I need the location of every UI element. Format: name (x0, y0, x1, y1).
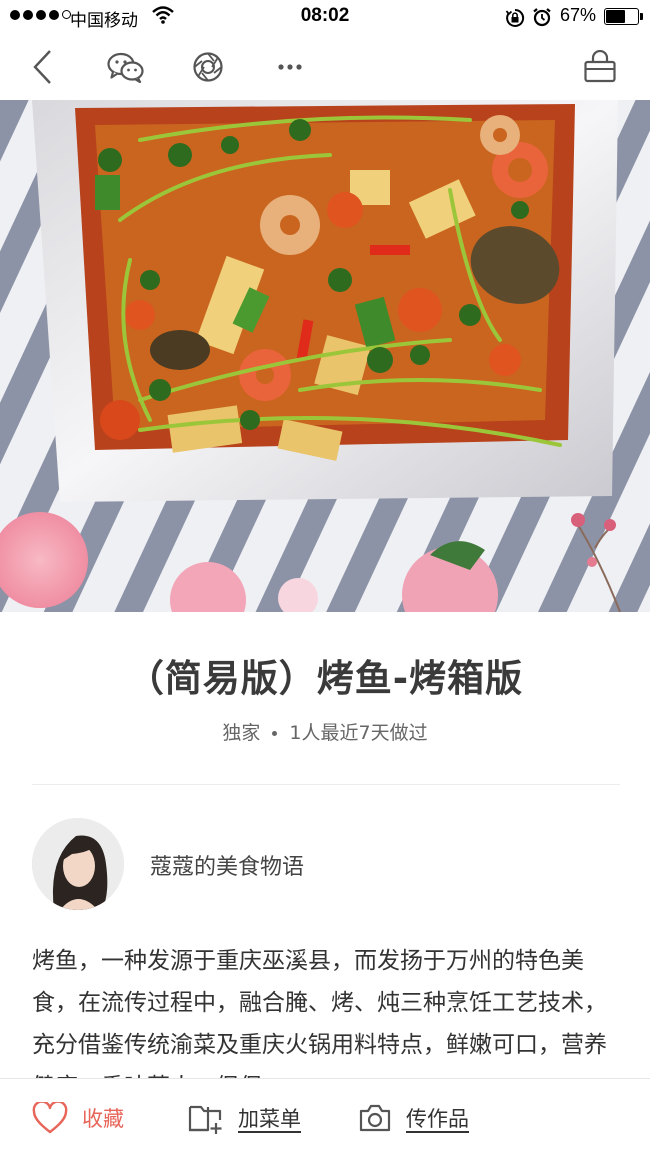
add-to-menu-button[interactable]: 加菜单 (188, 1079, 301, 1157)
more-icon (278, 64, 302, 70)
upload-work-button[interactable]: 传作品 (358, 1079, 469, 1157)
wechat-icon (107, 52, 144, 83)
separator-dot (272, 731, 278, 736)
battery-percentage: 67% (560, 5, 597, 25)
favorite-label: 收藏 (82, 1107, 124, 1131)
divider (32, 784, 620, 785)
exclusive-badge: 独家 (222, 722, 261, 744)
heart-icon (32, 1102, 68, 1134)
battery-icon (604, 8, 643, 25)
author-name[interactable]: 蔻蔻的美食物语 (150, 849, 304, 881)
folder-add-icon (188, 1105, 222, 1134)
back-button[interactable] (22, 46, 64, 88)
status-time: 08:02 (300, 5, 350, 26)
cooked-count: 1人最近7天做过 (289, 722, 428, 744)
status-bar: 中国移动 08:02 67% (0, 0, 650, 34)
alarm-icon (533, 8, 551, 27)
recipe-meta: 独家 1人最近7天做过 (0, 718, 650, 745)
basket-icon (584, 50, 616, 83)
shopping-basket-button[interactable] (579, 46, 621, 88)
camera-icon (359, 1104, 391, 1132)
author-avatar[interactable] (32, 818, 124, 910)
rotation-lock-icon (505, 8, 525, 27)
bottom-action-bar: 收藏 加菜单 传作品 (0, 1078, 650, 1157)
back-icon (33, 50, 51, 84)
favorite-button[interactable]: 收藏 (32, 1079, 124, 1157)
add-to-menu-label: 加菜单 (238, 1107, 301, 1131)
share-wechat-button[interactable] (105, 46, 147, 88)
recipe-title: （简易版）烤鱼-烤箱版 (126, 657, 524, 700)
nav-bar (0, 34, 650, 100)
upload-work-label: 传作品 (406, 1107, 469, 1131)
moments-icon (193, 52, 223, 82)
more-options-button[interactable] (269, 46, 311, 88)
recipe-photo (0, 100, 650, 612)
share-moments-button[interactable] (187, 46, 229, 88)
